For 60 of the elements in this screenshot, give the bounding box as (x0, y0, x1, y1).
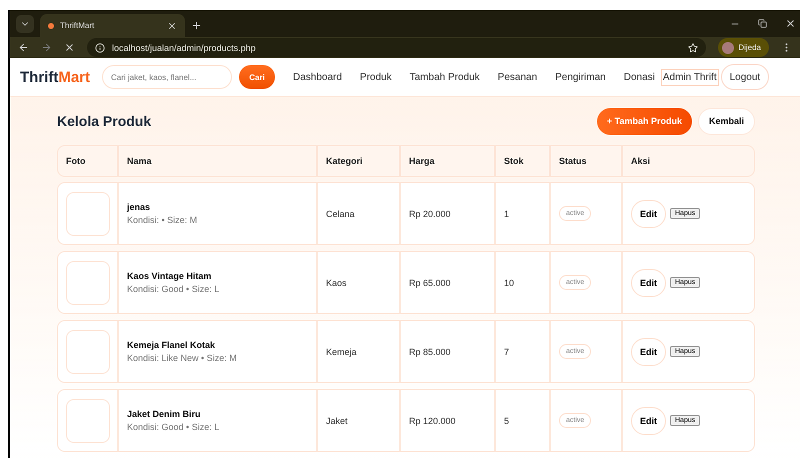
table-cell: 10 (504, 278, 514, 288)
info-icon[interactable] (95, 42, 105, 53)
nav-link[interactable]: Tambah Produk (410, 72, 480, 83)
table-cell: 1 (504, 208, 510, 218)
product-name: Kaos Vintage Hitam (127, 271, 212, 281)
table-cell: Rp 85.000 (409, 346, 451, 356)
product-name: jenas (127, 202, 152, 212)
profile-button[interactable]: Dijeda (718, 38, 769, 58)
search-field[interactable]: Cari jaket, kaos, flanel... (102, 65, 232, 90)
product-details: Kondisi: Good • Size: L (127, 422, 220, 432)
nav-link[interactable]: Donasi (624, 72, 655, 83)
column-header: Foto (66, 156, 86, 166)
photo-placeholder (66, 330, 110, 374)
close-icon[interactable] (785, 18, 796, 29)
edit-button[interactable]: Edit (631, 406, 666, 434)
table-cell: Rp 120.000 (409, 416, 456, 426)
nav-link[interactable]: Pesanan (498, 72, 538, 83)
nav-link[interactable]: Pengiriman (555, 72, 606, 83)
edit-button[interactable]: Edit (631, 338, 666, 366)
edit-button[interactable]: Edit (631, 268, 666, 296)
photo-placeholder (66, 192, 110, 236)
brand-logo[interactable]: ThriftMart (20, 68, 90, 86)
column-header: Aksi (631, 156, 650, 166)
address-bar[interactable]: localhost/jualan/admin/products.php (87, 38, 706, 58)
logout-button[interactable]: Logout (720, 64, 770, 90)
table-cell: Jaket (326, 416, 348, 426)
photo-placeholder (66, 398, 110, 442)
back-icon[interactable] (18, 42, 29, 54)
product-name: Kemeja Flanel Kotak (127, 340, 216, 350)
product-details: Kondisi: Like New • Size: M (127, 353, 237, 363)
column-header: Harga (409, 156, 435, 166)
user-label: Admin Thrift (660, 68, 719, 86)
table-cell: 5 (504, 416, 510, 426)
table-cell: Celana (326, 208, 355, 218)
product-name: Jaket Denim Biru (127, 409, 202, 419)
table-cell: Rp 20.000 (409, 208, 451, 218)
close-icon[interactable] (167, 20, 177, 30)
browser-tab[interactable]: ThriftMart (40, 14, 185, 37)
forward-icon[interactable] (41, 42, 52, 54)
photo-placeholder (66, 260, 110, 304)
product-details: Kondisi: • Size: M (127, 215, 198, 225)
table-cell: 7 (504, 346, 510, 356)
stop-icon[interactable] (64, 42, 75, 54)
restore-icon[interactable] (758, 19, 767, 28)
favicon-icon (48, 22, 54, 28)
product-details: Kondisi: Good • Size: L (127, 284, 220, 294)
new-tab-icon[interactable] (191, 20, 202, 31)
column-header: Kategori (326, 156, 363, 166)
column-header: Status (559, 156, 587, 166)
table-cell: Kemeja (326, 346, 357, 356)
table-cell: Kaos (326, 278, 347, 288)
table-cell: Rp 65.000 (409, 278, 451, 288)
nav-link[interactable]: Produk (360, 72, 392, 83)
nav-link[interactable]: Dashboard (293, 72, 342, 83)
edit-button[interactable]: Edit (631, 200, 666, 228)
back-button[interactable]: Kembali (698, 108, 755, 134)
column-header: Stok (504, 156, 524, 166)
star-icon[interactable] (688, 42, 698, 53)
column-header: Nama (127, 156, 152, 166)
page-title: Kelola Produk (57, 113, 152, 129)
